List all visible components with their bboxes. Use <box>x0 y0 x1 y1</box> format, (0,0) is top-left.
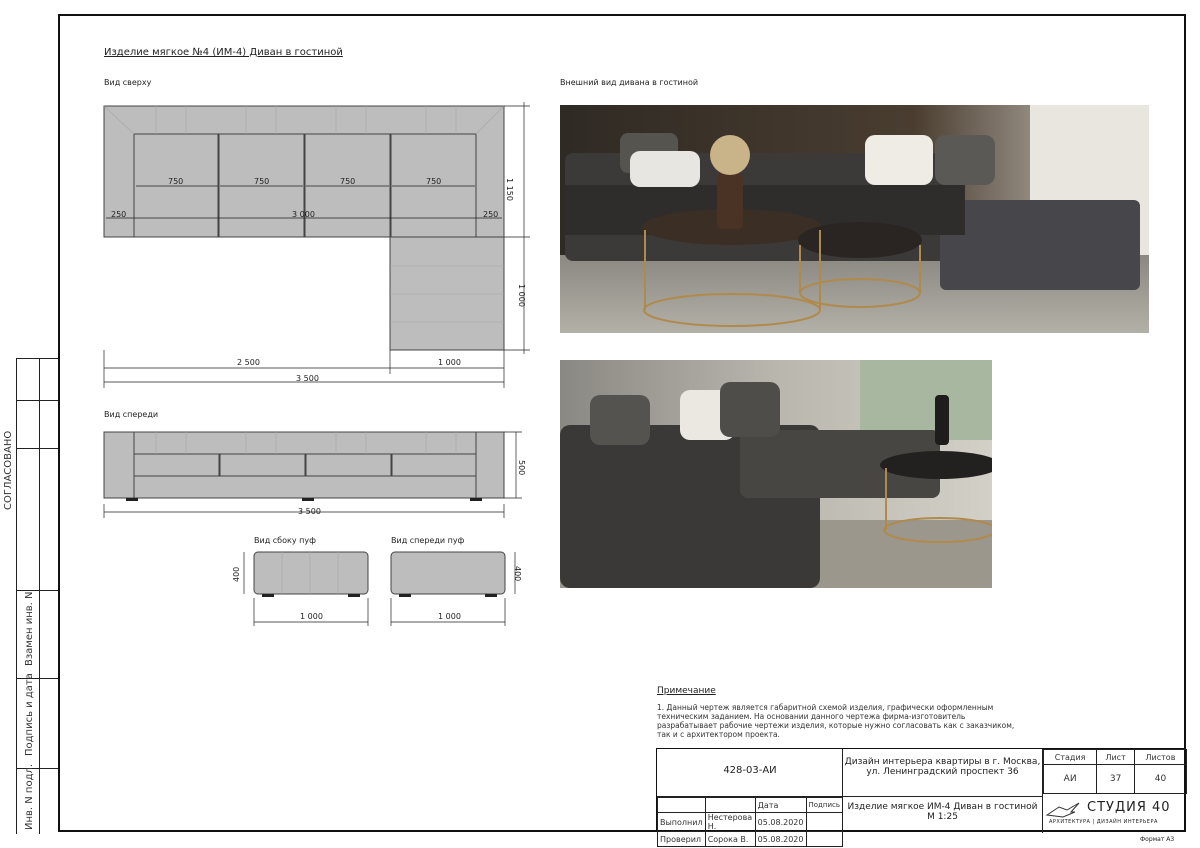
top-view-drawing <box>103 102 530 388</box>
front-view-drawing <box>103 431 522 518</box>
sheet-value: 37 <box>1096 764 1135 794</box>
inv-no-label: Взамен инв. N <box>24 591 35 667</box>
signatures-table: Дата Подпись Выполнил Нестерова Н. 05.08.20… <box>657 797 843 847</box>
sheet-title-2: М 1:25 <box>927 812 958 822</box>
front-view-label: Вид спереди <box>104 410 159 419</box>
sheet-header: Лист <box>1096 749 1135 765</box>
note-line: техническим заданием. На основании данно… <box>657 712 966 721</box>
role-2: Проверил <box>657 831 706 847</box>
top-view-label: Вид сверху <box>104 78 152 87</box>
studio-sub: АРХИТЕКТУРА | ДИЗАЙН ИНТЕРЬЕРА <box>1049 819 1158 825</box>
pouf-drawings <box>243 551 516 626</box>
dim-arm-right: 250 <box>483 210 499 219</box>
stage-table: Стадия Лист Листов АИ 37 40 <box>1042 749 1188 794</box>
sheet-title: Изделие мягкое №4 (ИМ-4) Диван в гостино… <box>104 47 343 58</box>
sign-header: Подпись <box>805 797 843 813</box>
ottoman-top <box>389 236 505 351</box>
living-room-photo-1 <box>560 105 1149 333</box>
pouf-side-label: Вид сбоку пуф <box>254 536 316 545</box>
pouf-front-label: Вид спереди пуф <box>391 536 465 545</box>
dim-bottom-left: 2 500 <box>237 358 260 367</box>
stage-value: АИ <box>1042 764 1098 794</box>
project-line-1: Дизайн интерьера квартиры в г. Москва, <box>844 757 1041 767</box>
dim-pouf-front-w: 1 000 <box>438 612 461 621</box>
name-2: Сорока В. <box>704 831 756 847</box>
sign-date-label: Подпись и дата <box>24 673 35 756</box>
note-body: 1. Данный чертеж является габаритной схе… <box>657 703 1027 739</box>
dim-bottom-right: 1 000 <box>438 358 461 367</box>
dim-front-total: 3 500 <box>298 507 321 516</box>
stage-header: Стадия <box>1042 749 1098 765</box>
approved-label: СОГЛАСОВАНО <box>3 430 14 510</box>
format-label: Формат А3 <box>1140 836 1175 843</box>
inv-orig-label: Инв. N подл. <box>24 763 35 830</box>
role-1: Выполнил <box>657 812 706 832</box>
side-margin: СОГЛАСОВАНО Взамен инв. N Подпись и дата… <box>0 358 58 834</box>
sheets-value: 40 <box>1133 764 1188 794</box>
dim-ottoman-depth: 1 000 <box>517 284 526 307</box>
note-line: так и с архитектором проекта. <box>657 730 780 739</box>
title-block: 428-03-АИ Дизайн интерьера квартиры в г.… <box>656 748 1188 847</box>
note-line: разрабатывает рабочие чертежи изделия, к… <box>657 721 1015 730</box>
project-line-2: ул. Ленинградский проспект 36 <box>866 767 1019 777</box>
sheet-title-1: Изделие мягкое ИМ-4 Диван в гостиной <box>847 802 1038 812</box>
dim-pouf-side-w: 1 000 <box>300 612 323 621</box>
dim-seat-2: 750 <box>254 177 270 186</box>
dim-seat-1: 750 <box>168 177 184 186</box>
dim-seat-4: 750 <box>426 177 442 186</box>
name-1: Нестерова Н. <box>704 812 756 832</box>
note-line: 1. Данный чертеж является габаритной схе… <box>657 703 994 712</box>
dim-pouf-front-h: 400 <box>513 566 522 582</box>
studio-logo: СТУДИЯ 40 АРХИТЕКТУРА | ДИЗАЙН ИНТЕРЬЕРА <box>1045 799 1185 831</box>
dim-inner-length: 3 000 <box>292 210 315 219</box>
living-room-photo-2 <box>560 360 992 588</box>
date-header: Дата <box>754 797 807 813</box>
note-heading: Примечание <box>657 686 716 696</box>
dim-total: 3 500 <box>296 374 319 383</box>
date-2: 05.08.2020 <box>754 831 807 847</box>
dim-seat-3: 750 <box>340 177 356 186</box>
sheets-header: Листов <box>1133 749 1188 765</box>
dim-arm-left: 250 <box>111 210 127 219</box>
bird-logo-icon <box>1045 802 1080 818</box>
dim-pouf-side-h: 400 <box>232 566 241 582</box>
dim-front-height: 500 <box>517 460 526 476</box>
date-1: 05.08.2020 <box>754 812 807 832</box>
studio-name: СТУДИЯ 40 <box>1087 800 1171 815</box>
drawing-code: 428-03-АИ <box>723 765 777 776</box>
dim-depth: 1 150 <box>505 178 514 201</box>
exterior-label: Внешний вид дивана в гостиной <box>560 78 699 87</box>
